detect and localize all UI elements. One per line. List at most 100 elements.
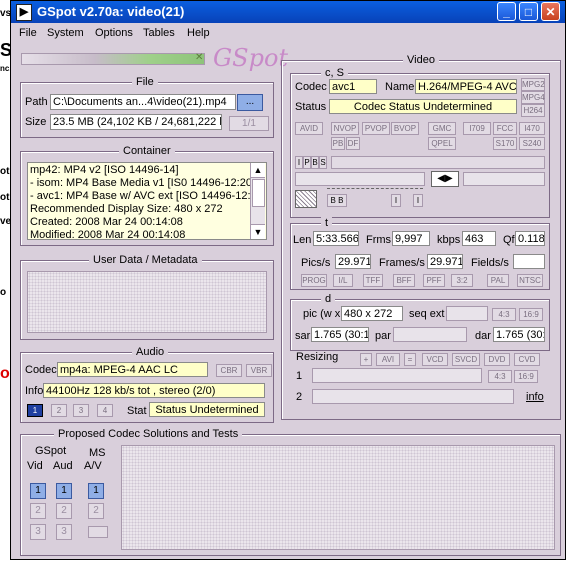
resize-row-1-field[interactable]	[312, 368, 482, 383]
audio-track-1[interactable]: 1	[27, 404, 43, 417]
container-line: Modified: 2008 Mar 24 00:14:08	[30, 229, 186, 240]
fields-field[interactable]	[513, 254, 545, 269]
i-marker: I	[413, 194, 423, 207]
container-line: mp42: MP4 v2 [ISO 14496-14]	[30, 164, 179, 176]
ms-solution-2[interactable]: 2	[88, 503, 104, 519]
pics-field[interactable]: 29.971	[335, 254, 371, 269]
gop-icon[interactable]: ◀▶	[431, 171, 459, 187]
resize-row-1-label: 1	[296, 370, 303, 382]
menu-help[interactable]: Help	[187, 27, 210, 39]
resize-16-9-tag: 16:9	[514, 370, 538, 383]
aud-solution-1[interactable]: 1	[56, 483, 72, 499]
qf-field[interactable]: 0.118	[515, 231, 545, 246]
video-codec-field[interactable]: avc1	[329, 79, 377, 94]
hatch-icon[interactable]	[295, 190, 317, 208]
vid-solution-3[interactable]: 3	[30, 524, 46, 540]
ms-solution-3-placeholder	[88, 526, 108, 538]
s240-tag: S240	[519, 137, 545, 150]
resize-row-2-field[interactable]	[312, 389, 514, 404]
browse-button[interactable]: ...	[237, 94, 263, 111]
video-panel: Video c, S Codec avc1 Name H.264/MPEG-4 …	[281, 54, 561, 420]
audio-codec-field[interactable]: mp4a: MPEG-4 AAC LC	[57, 362, 208, 377]
size-field[interactable]: 23.5 MB (24,102 KB / 24,681,222 b	[50, 114, 222, 130]
stat-label: Stat	[127, 405, 147, 417]
app-icon[interactable]: ▶	[16, 4, 32, 21]
minimize-button[interactable]: _	[497, 2, 516, 21]
nvop-tag: NVOP	[331, 122, 359, 135]
resize-equals-button[interactable]: =	[404, 353, 416, 366]
resize-row-2-label: 2	[296, 391, 303, 403]
menu-system[interactable]: System	[47, 27, 84, 39]
pb-tag: PB	[331, 137, 345, 150]
audio-track-3[interactable]: 3	[73, 404, 89, 417]
fcc-tag: FCC	[493, 122, 517, 135]
vid-solution-1[interactable]: 1	[30, 483, 46, 499]
menu-options[interactable]: Options	[95, 27, 133, 39]
sar-field[interactable]: 1.765 (30:17	[311, 327, 369, 342]
resize-vcd-button[interactable]: VCD	[422, 353, 448, 366]
audio-info-field[interactable]: 44100Hz 128 kb/s tot , stereo (2/0)	[43, 383, 265, 398]
title-bar[interactable]: ▶ GSpot v2.70a: video(21) _ □ ✕	[11, 1, 565, 23]
info-link[interactable]: info	[526, 391, 544, 403]
audio-info-label: Info	[25, 385, 44, 397]
kbps-field[interactable]: 463	[462, 231, 496, 246]
path-field[interactable]: C:\Documents an...4\video(21).mp4	[50, 94, 236, 110]
resize-svcd-button[interactable]: SVCD	[452, 353, 480, 366]
pff-tag: PFF	[423, 274, 445, 287]
vid-solution-2[interactable]: 2	[30, 503, 46, 519]
scroll-up-icon[interactable]: ▲	[251, 163, 265, 178]
mpg4-tag: MPG4	[521, 91, 545, 104]
progress-strip	[21, 53, 205, 65]
h264-tag: H264	[521, 104, 545, 117]
video-status-field[interactable]: Codec Status Undetermined	[329, 99, 517, 114]
kbps-label: kbps	[437, 234, 461, 246]
menu-tables[interactable]: Tables	[143, 27, 175, 39]
pics-label: Pics/s	[301, 257, 331, 269]
frms-field[interactable]: 9,997	[392, 231, 430, 246]
i709-tag: I709	[463, 122, 491, 135]
seqext-field[interactable]	[446, 306, 488, 321]
t-title: t	[321, 217, 333, 230]
resize-dvd-button[interactable]: DVD	[484, 353, 510, 366]
mpg2-tag: MPG2	[521, 78, 545, 91]
frames-field[interactable]: 29.971	[427, 254, 463, 269]
codec-subpanel: c, S Codec avc1 Name H.264/MPEG-4 AVC MP…	[290, 67, 550, 218]
av-label: A/V	[84, 460, 102, 472]
container-line: - isom: MP4 Base Media v1 [IS0 14496-12:…	[30, 177, 252, 189]
audio-title: Audio	[132, 346, 169, 359]
maximize-button[interactable]: □	[519, 2, 538, 21]
gop-line	[327, 188, 423, 189]
proposed-results-area[interactable]	[121, 445, 555, 550]
pic-field[interactable]: 480 x 272	[341, 306, 403, 321]
container-textbox[interactable]: mp42: MP4 v2 [ISO 14496-14] - isom: MP4 …	[27, 162, 267, 240]
par-field[interactable]	[393, 327, 467, 342]
ntsc-tag: NTSC	[517, 274, 543, 287]
video-name-field[interactable]: H.264/MPEG-4 AVC	[415, 79, 517, 94]
vbr-tag: VBR	[246, 364, 272, 377]
resize-cvd-button[interactable]: CVD	[514, 353, 540, 366]
frame-type-bar	[331, 156, 545, 169]
aud-solution-3[interactable]: 3	[56, 524, 72, 540]
aud-solution-2[interactable]: 2	[56, 503, 72, 519]
strip-close-icon[interactable]: ✕	[195, 53, 205, 63]
bb-marker: B B	[327, 194, 347, 207]
resize-avi-button[interactable]: AVI	[376, 353, 400, 366]
menu-bar: File System Options Tables Help	[11, 23, 565, 43]
ratio-4-3-tag: 4:3	[492, 308, 516, 321]
container-line: Recommended Display Size: 480 x 272	[30, 203, 223, 215]
userdata-area[interactable]	[27, 271, 267, 333]
audio-stat-field[interactable]: Status Undetermined	[149, 402, 265, 417]
aud-label: Aud	[53, 460, 73, 472]
ms-solution-1[interactable]: 1	[88, 483, 104, 499]
close-button[interactable]: ✕	[541, 2, 560, 21]
dar-field[interactable]: 1.765 (30:17	[493, 327, 545, 342]
menu-file[interactable]: File	[19, 27, 37, 39]
resize-plus-button[interactable]: +	[360, 353, 372, 366]
frames-label: Frames/s	[379, 257, 425, 269]
audio-track-2[interactable]: 2	[51, 404, 67, 417]
len-field[interactable]: 5:33.566	[313, 231, 359, 246]
audio-track-4[interactable]: 4	[97, 404, 113, 417]
scroll-thumb[interactable]	[252, 179, 265, 207]
container-scrollbar[interactable]: ▲ ▼	[250, 163, 265, 239]
scroll-down-icon[interactable]: ▼	[251, 224, 265, 239]
